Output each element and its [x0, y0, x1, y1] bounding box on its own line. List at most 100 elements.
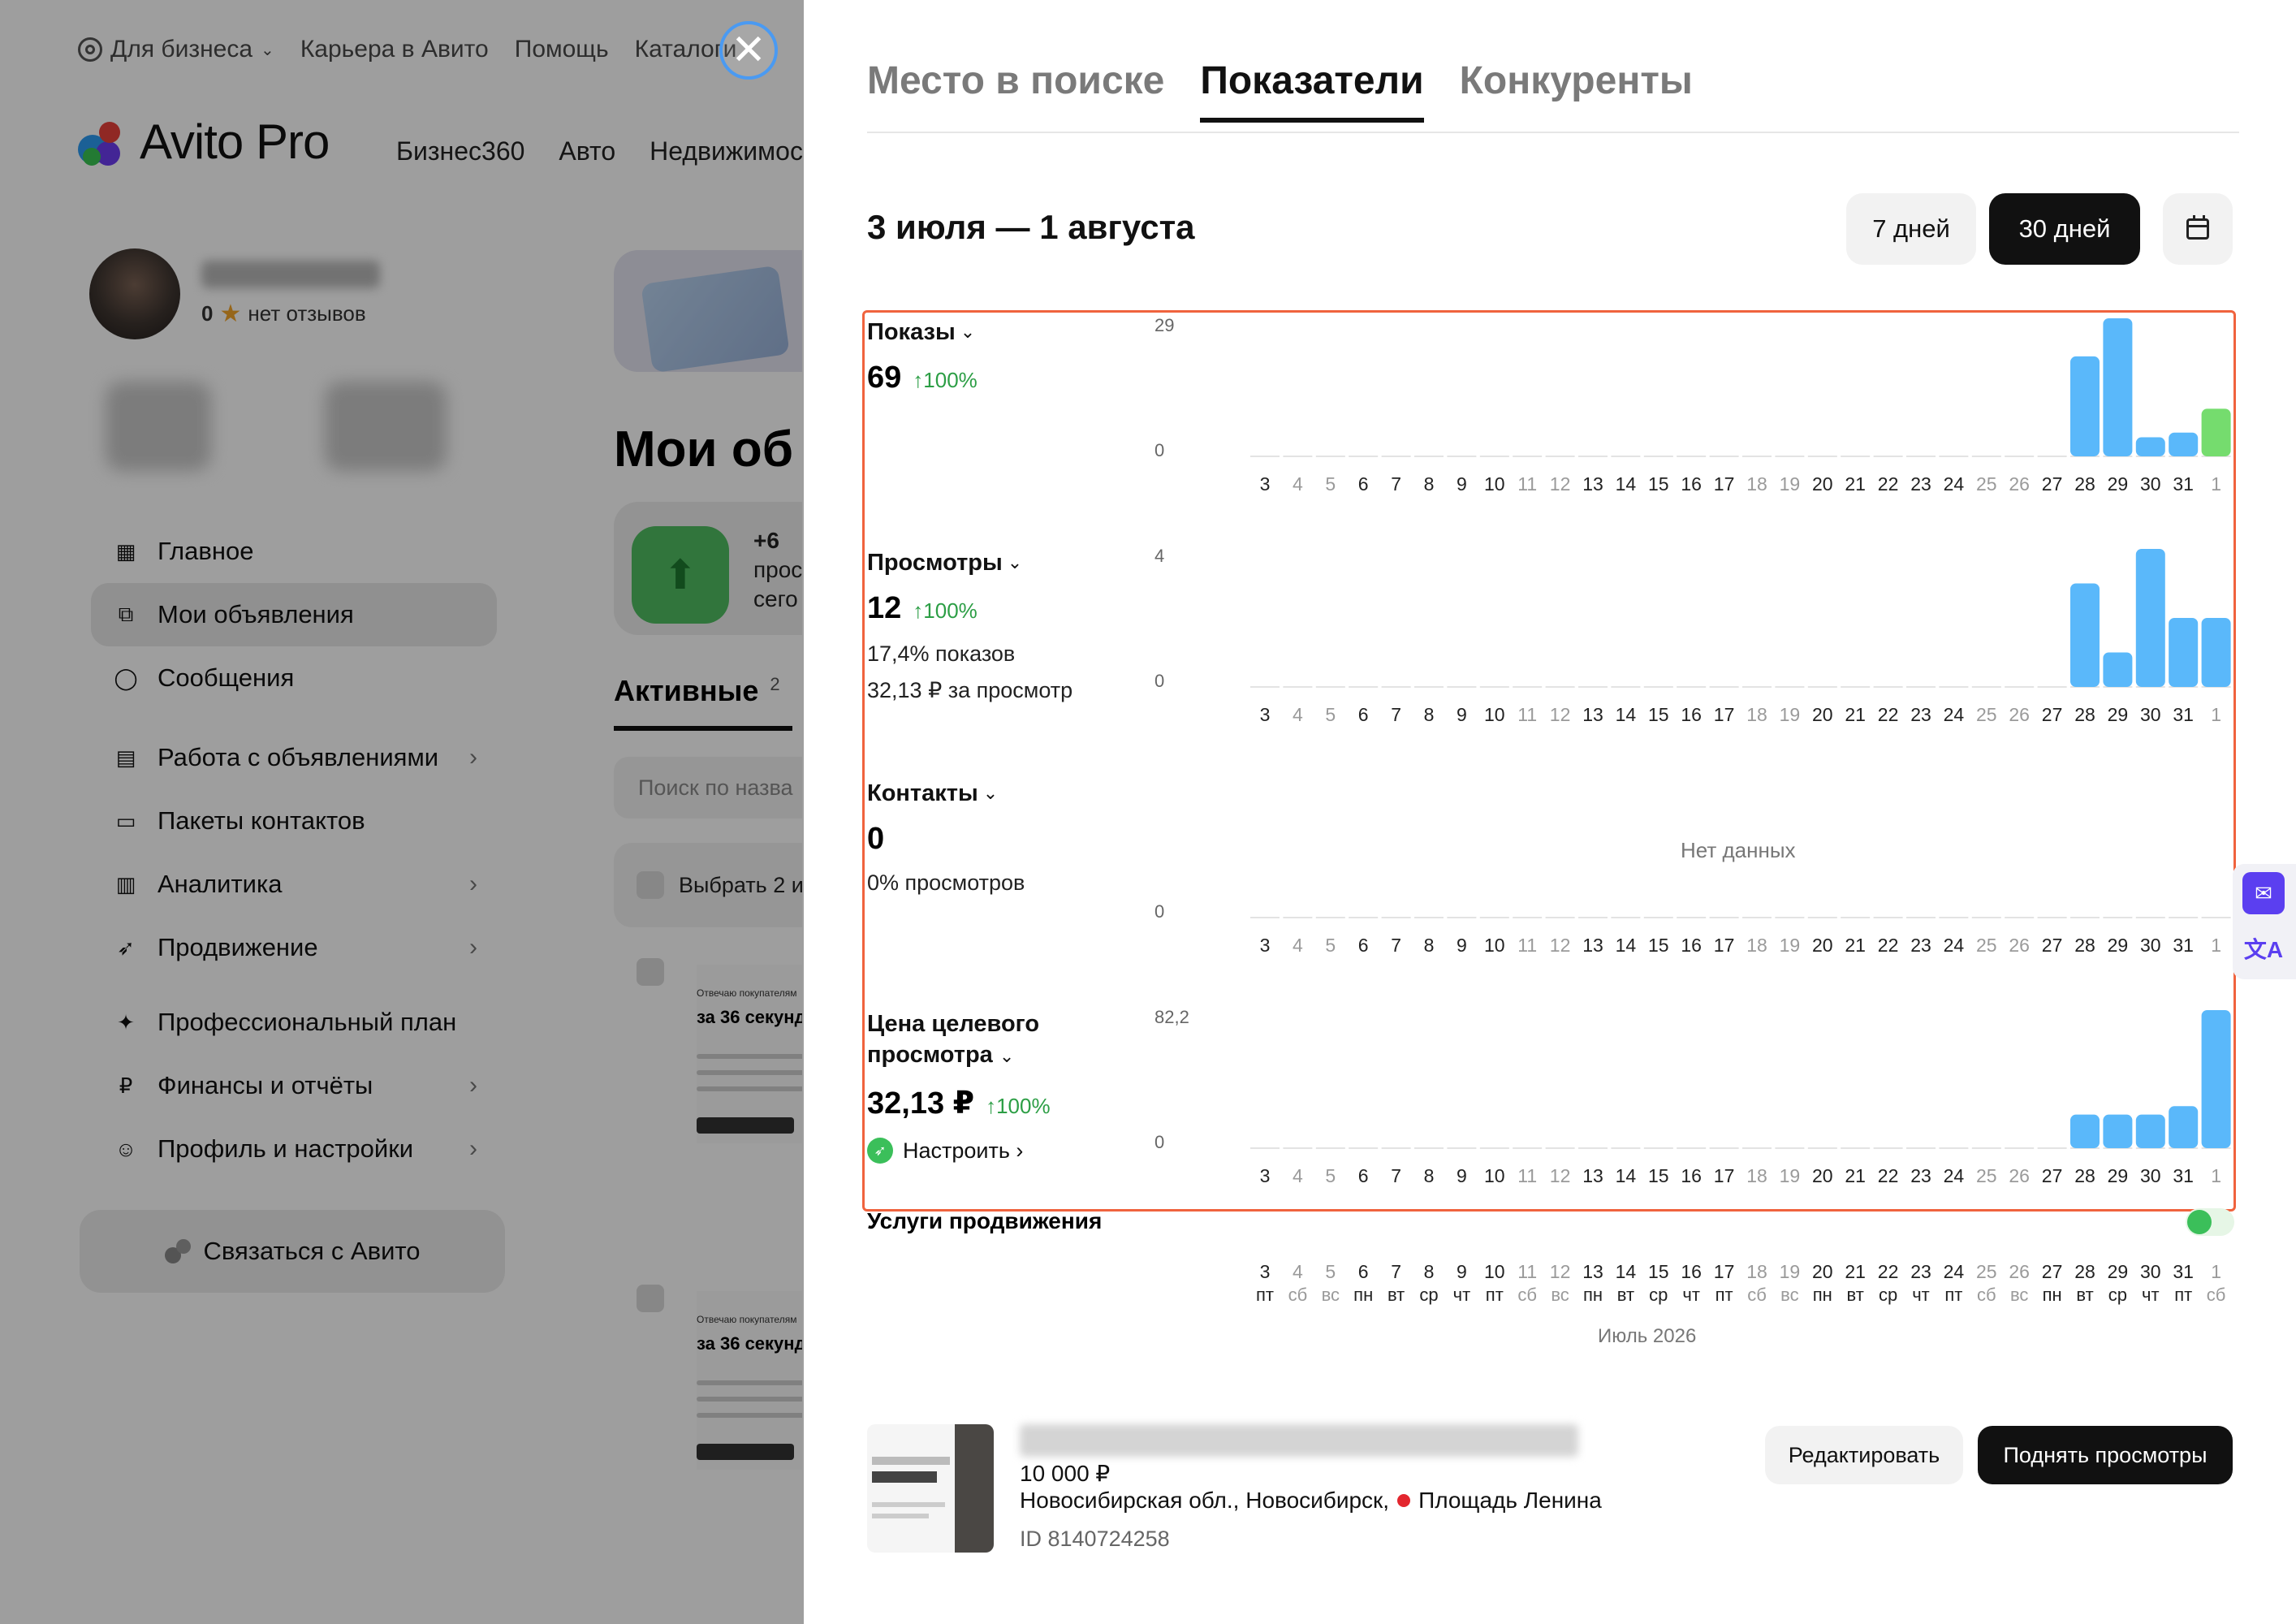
- checkbox[interactable]: [637, 958, 664, 986]
- rocket-icon: ➶: [117, 935, 135, 960]
- ad-preview-line: [697, 1054, 804, 1059]
- nav-business360[interactable]: Бизнес360: [396, 136, 524, 166]
- weekday-label: ср: [2108, 1285, 2127, 1305]
- nav-business[interactable]: Для бизнеса ⌄: [78, 36, 274, 63]
- target-view-price-chart: 3 4 5 6 7 8 9 10 11 12 13 14 15 16 17 18 19 20 21 22 23 24 25 2…: [1250, 1010, 2231, 1186]
- ads-search-input[interactable]: Поиск по назва: [614, 757, 804, 818]
- ad-preview-line: [697, 1070, 804, 1075]
- ad-preview-image[interactable]: Отвечаю покупателям за 36 секунд: [697, 1291, 804, 1470]
- x-tick-label: 8: [1424, 704, 1435, 725]
- sidebar-item-label: Главное: [158, 537, 254, 565]
- chart-bar: [2135, 549, 2165, 687]
- reviews-summary[interactable]: 0 ★ нет отзывов: [201, 300, 380, 328]
- weekday-label: сб: [1747, 1285, 1767, 1305]
- nav-auto[interactable]: Авто: [559, 136, 615, 166]
- x-tick-label: 18: [1746, 704, 1767, 725]
- x-tick-label: 20: [1812, 1165, 1833, 1186]
- x-tick-label: 26: [2009, 704, 2030, 725]
- weekday-label: вс: [2010, 1285, 2028, 1305]
- ad-list-item[interactable]: Отвечаю покупателям за 36 секунд: [614, 1285, 804, 1479]
- profile-block[interactable]: 0 ★ нет отзывов: [89, 248, 380, 339]
- x-tick-label: 22: [1878, 473, 1899, 495]
- x-tick-label: 22: [1878, 1165, 1899, 1186]
- sidebar-item-label: Сообщения: [158, 663, 295, 692]
- contact-avito-button[interactable]: Связаться с Авито: [80, 1210, 505, 1293]
- day-label: 30: [2140, 1261, 2161, 1282]
- arrow-up-icon: ⬆: [632, 526, 729, 624]
- ad-thumbnail[interactable]: [867, 1424, 994, 1553]
- metric-value: 0: [867, 822, 885, 856]
- nav-career[interactable]: Карьера в Авито: [300, 36, 489, 63]
- x-tick-label: 5: [1325, 935, 1336, 956]
- sidebar-item-main[interactable]: ▦ Главное: [91, 520, 497, 583]
- tab-active-ads[interactable]: Активные 2: [614, 674, 792, 731]
- ad-preview-image[interactable]: Отвечаю покупателям за 36 секунд: [697, 965, 804, 1143]
- chart-bar: [2135, 1114, 2165, 1148]
- x-tick-label: 3: [1260, 704, 1271, 725]
- 30-days-button[interactable]: 30 дней: [1989, 193, 2140, 265]
- close-button[interactable]: ✕: [719, 21, 778, 80]
- avito-logo-icon: [164, 1239, 192, 1263]
- translate-icon[interactable]: 文A: [2242, 927, 2285, 970]
- tab-search-position[interactable]: Место в поиске: [867, 58, 1164, 123]
- sidebar-item-messages[interactable]: ◯ Сообщения: [91, 646, 497, 710]
- grid-icon: ▦: [115, 538, 136, 564]
- x-tick-label: 31: [2173, 1165, 2194, 1186]
- ad-preview-pretitle: Отвечаю покупателям: [697, 1314, 797, 1325]
- views-increase-card[interactable]: ⬆ +6 прос сего: [614, 502, 804, 635]
- x-tick-label: 12: [1550, 704, 1571, 725]
- promotion-services-toggle[interactable]: [2186, 1208, 2234, 1236]
- edit-button[interactable]: Редактировать: [1765, 1426, 1963, 1484]
- ad-preview-bar: [697, 1117, 794, 1134]
- 7-days-button[interactable]: 7 дней: [1846, 193, 1976, 265]
- nav-help[interactable]: Помощь: [515, 36, 609, 63]
- list-icon: ▤: [115, 745, 136, 770]
- x-tick-label: 24: [1944, 704, 1965, 725]
- y-tick-max: 4: [1154, 546, 1165, 566]
- sidebar-item-promotion[interactable]: ➶ Продвижение ›: [91, 916, 497, 979]
- feedback-icon[interactable]: ✉: [2242, 872, 2285, 914]
- chart-bar: [2103, 318, 2133, 456]
- x-tick-label: 28: [2074, 473, 2095, 495]
- ad-title-blurred[interactable]: [1020, 1424, 1578, 1457]
- x-tick-label: 20: [1812, 704, 1833, 725]
- x-tick-label: 12: [1550, 473, 1571, 495]
- tabs-divider: [867, 132, 2239, 133]
- sidebar-item-label: Профессиональный план: [158, 1008, 457, 1036]
- gift-promo-card[interactable]: [614, 250, 804, 372]
- x-tick-label: 10: [1484, 473, 1505, 495]
- checkbox[interactable]: [637, 1285, 664, 1312]
- sidebar-item-finance[interactable]: ₽ Финансы и отчёты ›: [91, 1054, 497, 1117]
- blurred-stat-2: [325, 382, 447, 471]
- select-all-checkbox[interactable]: Выбрать 2 и: [614, 843, 804, 927]
- tab-competitors[interactable]: Конкуренты: [1460, 58, 1693, 123]
- x-tick-label: 6: [1358, 704, 1369, 725]
- sidebar-item-pro-plan[interactable]: ✦ Профессиональный план: [91, 991, 497, 1054]
- sidebar-item-my-ads[interactable]: ⧉ Мои объявления: [91, 583, 497, 646]
- x-tick-label: 26: [2009, 473, 2030, 495]
- avatar[interactable]: [89, 248, 180, 339]
- y-tick-max: 82,2: [1154, 1007, 1189, 1027]
- x-tick-label: 18: [1746, 473, 1767, 495]
- chart-bar: [2070, 1114, 2100, 1148]
- sidebar-item-analytics[interactable]: ▥ Аналитика ›: [91, 853, 497, 916]
- raise-views-button[interactable]: Поднять просмотры: [1978, 1426, 2233, 1484]
- rating-value: 0: [201, 300, 214, 326]
- sidebar-item-ads-work[interactable]: ▤ Работа с объявлениями ›: [91, 726, 497, 789]
- checkbox[interactable]: [637, 871, 664, 899]
- services-day-axis: 3 пт 4 сб 5 вс 6 пн 7 вт 8 ср 9 чт 10 пт 11 сб 12 вс 13 пн 14 в…: [1256, 1261, 2225, 1305]
- avito-pro-logo[interactable]: Avito Pro: [78, 114, 330, 170]
- day-label: 21: [1845, 1261, 1866, 1282]
- x-tick-label: 10: [1484, 1165, 1505, 1186]
- calendar-button[interactable]: [2163, 193, 2233, 265]
- x-tick-label: 1: [2211, 473, 2221, 495]
- x-tick-label: 15: [1648, 473, 1669, 495]
- tab-active-count: 2: [770, 674, 780, 694]
- sidebar-item-profile[interactable]: ☺ Профиль и настройки ›: [91, 1117, 497, 1181]
- ad-list-item[interactable]: Отвечаю покупателям за 36 секунд: [614, 958, 804, 1153]
- sidebar-item-contact-packages[interactable]: ▭ Пакеты контактов: [91, 789, 497, 853]
- business-icon: [78, 37, 102, 62]
- tab-metrics[interactable]: Показатели: [1200, 58, 1424, 123]
- chart-bar: [2201, 618, 2231, 687]
- period-title: 3 июля — 1 августа: [867, 208, 1195, 246]
